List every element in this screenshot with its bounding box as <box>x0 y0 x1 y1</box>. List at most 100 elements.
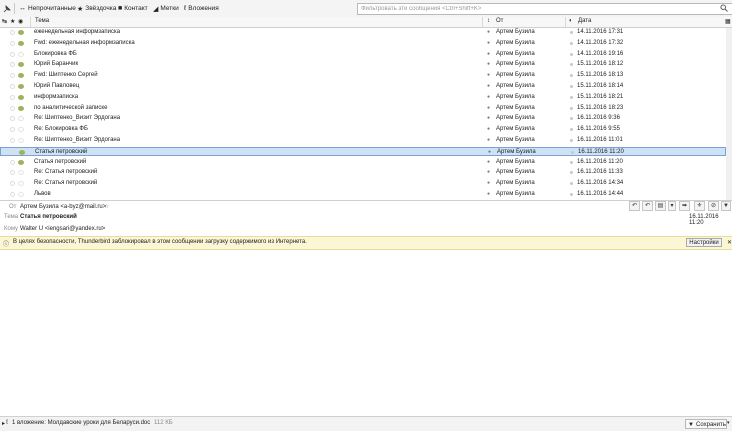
search-icon[interactable] <box>720 4 728 14</box>
junk-status-icon[interactable] <box>570 139 573 142</box>
unread-filter-button[interactable]: ↔ Непрочитанные <box>19 3 76 14</box>
tag-indicator-icon[interactable] <box>18 62 24 68</box>
junk-status-icon[interactable] <box>570 171 573 175</box>
star-toggle-icon[interactable] <box>10 159 15 165</box>
read-status-icon[interactable]: ● <box>488 148 491 157</box>
tag-indicator-icon[interactable] <box>18 84 24 89</box>
tag-indicator-icon[interactable] <box>18 51 24 57</box>
pane-splitter[interactable] <box>0 200 732 201</box>
column-subject[interactable]: Тема <box>35 18 49 24</box>
junk-status-icon[interactable] <box>570 160 573 164</box>
star-toggle-icon[interactable] <box>10 62 15 68</box>
starred-filter-button[interactable]: ★ Звёздочка <box>77 3 116 14</box>
junk-status-icon[interactable] <box>570 74 573 78</box>
tag-indicator-icon[interactable] <box>18 159 24 165</box>
tag-indicator-icon[interactable] <box>18 116 24 122</box>
star-toggle-icon[interactable] <box>10 73 15 79</box>
junk-status-icon[interactable] <box>570 85 573 88</box>
column-picker-icon[interactable]: ▦ <box>725 18 731 25</box>
table-row[interactable]: Статья петровский ● Артем Бузила 16.11.2016… <box>0 146 726 157</box>
table-row[interactable]: Блокировка ФБ ● Артем Бузила 14.11.2016 19:… <box>0 50 726 59</box>
junk-status-icon[interactable] <box>570 117 573 121</box>
junk-status-icon[interactable] <box>570 182 573 186</box>
table-row[interactable]: Re: Шиптенко_Визит Эрдогана ● Артем Бузила… <box>0 136 726 145</box>
tag-indicator-icon[interactable] <box>19 149 25 155</box>
tag-indicator-icon[interactable] <box>18 73 24 79</box>
tag-indicator-icon[interactable] <box>18 94 24 100</box>
from-value[interactable]: Артем Бузила <a-byz@mail.ru> <box>20 204 106 210</box>
read-status-icon[interactable]: ● <box>487 136 490 145</box>
read-status-icon[interactable]: ● <box>487 60 490 69</box>
reply-list-button[interactable]: ▤ <box>655 201 666 211</box>
message-body[interactable] <box>0 249 732 415</box>
junk-status-icon[interactable] <box>570 31 573 34</box>
star-toggle-icon[interactable] <box>10 116 15 122</box>
tag-indicator-icon[interactable] <box>18 127 24 133</box>
read-status-icon[interactable]: ● <box>487 158 490 167</box>
star-toggle-icon[interactable] <box>10 105 15 111</box>
table-row[interactable]: Fwd: Шиптенко Сергей ● Артем Бузила 15.11.2… <box>0 71 726 80</box>
junk-status-icon[interactable] <box>570 41 573 45</box>
junk-status-icon[interactable] <box>570 52 573 56</box>
star-column-icon[interactable]: ★ <box>10 18 15 25</box>
read-status-icon[interactable]: ● <box>487 190 490 199</box>
save-attachment-button[interactable]: ▼ Сохранить <box>685 419 727 429</box>
to-contact-icon[interactable]: ☆ <box>99 225 104 232</box>
star-toggle-icon[interactable] <box>10 138 15 143</box>
read-status-icon[interactable]: ● <box>487 114 490 123</box>
column-from[interactable]: От <box>496 18 503 24</box>
read-status-icon[interactable]: ● <box>487 71 490 80</box>
table-row[interactable]: Re: Блокировка ФБ ● Артем Бузила 16.11.2016… <box>0 125 726 134</box>
table-row[interactable]: по аналитической записке ● Артем Бузила 15.… <box>0 104 726 113</box>
junk-status-icon[interactable] <box>570 63 573 67</box>
star-toggle-icon[interactable] <box>10 192 15 197</box>
column-date[interactable]: Дата <box>578 18 591 24</box>
table-row[interactable]: Re: Статья петровский ● Артем Бузила 16.11.… <box>0 168 726 177</box>
junk-status-icon[interactable] <box>570 95 573 99</box>
table-row[interactable]: Re: Статья петровский ● Артем Бузила 16.11.… <box>0 179 726 188</box>
tag-indicator-icon[interactable] <box>18 40 24 46</box>
message-list-scrollbar[interactable] <box>726 28 732 200</box>
junk-status-icon[interactable] <box>570 193 573 196</box>
close-icon[interactable]: ✕ <box>727 239 732 246</box>
pin-icon[interactable] <box>3 3 11 14</box>
table-row[interactable]: Re: Шиптенко_Визит Эрдогана ● Артем Бузила… <box>0 114 726 123</box>
table-row[interactable]: Статья петровский ● Артем Бузила 16.11.2016… <box>0 158 726 167</box>
read-status-icon[interactable]: ● <box>487 28 490 37</box>
junk-status-icon[interactable] <box>570 128 573 132</box>
star-toggle-icon[interactable] <box>10 94 15 100</box>
reply-all-button[interactable]: ↶ <box>642 201 653 211</box>
junk-button[interactable]: ⊘ <box>708 201 719 211</box>
settings-button[interactable]: Настройки <box>686 238 722 247</box>
forward-button[interactable]: ➡ <box>679 201 690 211</box>
table-row[interactable]: Львов ● Артем Бузила 16.11.2016 14:44 <box>0 190 726 199</box>
table-row[interactable]: Юрий Баранчик ● Артем Бузила 15.11.2016 18:… <box>0 60 726 69</box>
attachments-filter-button[interactable]: ℓ Вложения <box>184 3 219 14</box>
read-status-icon[interactable]: ● <box>487 125 490 134</box>
star-toggle-icon[interactable] <box>10 127 15 133</box>
read-status-icon[interactable]: ● <box>487 93 490 102</box>
tag-indicator-icon[interactable] <box>18 192 24 197</box>
from-contact-icon[interactable]: ☆ <box>104 203 109 210</box>
read-status-icon[interactable]: ● <box>487 39 490 48</box>
star-toggle-icon[interactable] <box>10 170 15 176</box>
table-row[interactable]: еженедельная информзаписка ● Артем Бузила 1… <box>0 28 726 37</box>
to-value[interactable]: Walter U <iengsari@yandex.ru> <box>20 226 105 232</box>
tag-indicator-icon[interactable] <box>18 138 24 143</box>
star-toggle-icon[interactable] <box>11 149 16 155</box>
star-toggle-icon[interactable] <box>10 84 15 89</box>
star-toggle-icon[interactable] <box>10 30 15 35</box>
reply-dropdown[interactable]: ▾ <box>668 201 676 211</box>
tag-column-icon[interactable]: ◉ <box>18 18 23 25</box>
tag-indicator-icon[interactable] <box>18 181 24 187</box>
table-row[interactable]: Fwd: еженедельная информзаписка ● Артем Бу… <box>0 39 726 48</box>
tag-indicator-icon[interactable] <box>18 30 24 35</box>
archive-button[interactable]: ⚜ <box>694 201 705 211</box>
tag-indicator-icon[interactable] <box>18 105 24 111</box>
tag-indicator-icon[interactable] <box>18 170 24 176</box>
contact-filter-button[interactable]: ■ Контакт <box>118 3 148 14</box>
read-status-icon[interactable]: ● <box>487 82 490 91</box>
read-status-icon[interactable]: ● <box>487 168 490 177</box>
thread-column-icon[interactable]: ↹ <box>2 18 7 25</box>
save-dropdown-icon[interactable]: ▾ <box>727 420 730 426</box>
